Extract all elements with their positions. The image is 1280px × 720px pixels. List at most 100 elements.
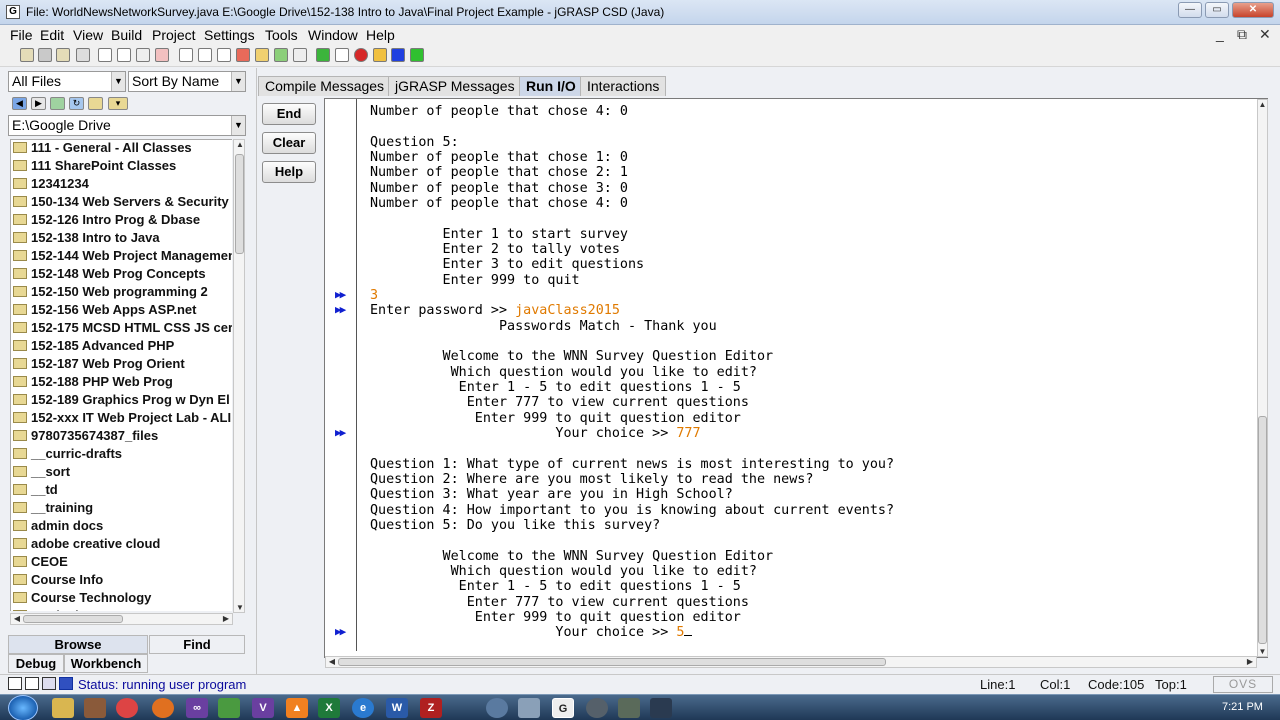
menu-file[interactable]: File xyxy=(10,27,33,43)
directory-path-select[interactable]: E:\Google Drive ▼ xyxy=(8,115,246,136)
folder-item[interactable]: 152-126 Intro Prog & Dbase xyxy=(13,212,200,230)
back-arrow-icon[interactable]: ◀ xyxy=(12,97,27,110)
mdi-restore-icon[interactable]: ⧉ xyxy=(1237,26,1247,43)
vs-express-icon[interactable]: V xyxy=(252,698,274,718)
menu-view[interactable]: View xyxy=(73,27,103,43)
maximize-button[interactable]: ▭ xyxy=(1205,2,1229,18)
tab-jgrasp-messages[interactable]: jGRASP Messages xyxy=(388,76,522,96)
tab-workbench[interactable]: Workbench xyxy=(64,654,148,673)
folder-item[interactable]: 9780735674387_files xyxy=(13,428,158,446)
folder-item[interactable]: curric docs xyxy=(13,608,101,611)
help-button[interactable]: Help xyxy=(262,161,316,183)
folder-item[interactable]: 152-187 Web Prog Orient xyxy=(13,356,185,374)
tab-browse[interactable]: Browse xyxy=(8,635,148,654)
folder-item[interactable]: 152-188 PHP Web Prog xyxy=(13,374,173,392)
excel-icon[interactable]: X xyxy=(318,698,340,718)
print-icon[interactable] xyxy=(76,48,90,62)
chevron-down-icon[interactable]: ▼ xyxy=(231,116,245,135)
internet-explorer-icon[interactable]: e xyxy=(352,698,374,718)
folder-item[interactable]: admin docs xyxy=(13,518,103,536)
jgrasp-taskbar-icon[interactable]: G xyxy=(552,698,574,718)
menu-window[interactable]: Window xyxy=(308,27,358,43)
firefox-icon[interactable] xyxy=(152,698,174,718)
copy-icon[interactable] xyxy=(117,48,131,62)
minimize-button[interactable]: — xyxy=(1178,2,1202,18)
cut-icon[interactable] xyxy=(98,48,112,62)
run-io-console[interactable]: Number of people that chose 4: 0 Question… xyxy=(324,98,1268,658)
file-tree-horizontal-scrollbar[interactable]: ◀ ▶ xyxy=(10,613,233,625)
scroll-right-icon[interactable]: ▶ xyxy=(1245,657,1255,666)
menu-edit[interactable]: Edit xyxy=(40,27,64,43)
scroll-left-icon[interactable]: ◀ xyxy=(327,657,337,666)
app-icon[interactable] xyxy=(618,698,640,718)
media-icon[interactable] xyxy=(84,698,106,718)
scroll-thumb[interactable] xyxy=(235,154,244,254)
project-icon[interactable] xyxy=(274,48,288,62)
compile-icon[interactable] xyxy=(316,48,330,62)
menu-build[interactable]: Build xyxy=(111,27,142,43)
folder-item[interactable]: 150-134 Web Servers & Security xyxy=(13,194,229,212)
folder-item[interactable]: Course Technology xyxy=(13,590,151,608)
undo-icon[interactable] xyxy=(155,48,169,62)
scroll-thumb[interactable] xyxy=(23,615,123,623)
folder-item[interactable]: CEOE xyxy=(13,554,68,572)
file-tree[interactable]: 111 - General - All Classes 111 SharePoin… xyxy=(10,139,232,611)
tab-run-io[interactable]: Run I/O xyxy=(519,76,583,96)
network-app-icon[interactable] xyxy=(486,698,508,718)
chevron-down-icon[interactable]: ▼ xyxy=(111,72,125,91)
open-folder-icon[interactable] xyxy=(56,48,70,62)
menu-project[interactable]: Project xyxy=(152,27,196,43)
console-horizontal-scrollbar[interactable]: ◀ ▶ xyxy=(325,656,1257,668)
folder-item[interactable]: 152-148 Web Prog Concepts xyxy=(13,266,206,284)
steam-icon[interactable] xyxy=(650,698,672,718)
notepad-icon[interactable] xyxy=(218,698,240,718)
folder-item[interactable]: 152-189 Graphics Prog w Dyn El xyxy=(13,392,230,410)
folder-item[interactable]: __sort xyxy=(13,464,70,482)
folder-item[interactable]: 152-156 Web Apps ASP.net xyxy=(13,302,196,320)
run-icon[interactable] xyxy=(335,48,349,62)
app-icon[interactable] xyxy=(586,698,608,718)
run-applet-icon[interactable] xyxy=(373,48,387,62)
scroll-thumb[interactable] xyxy=(338,658,886,666)
unfold-icon[interactable] xyxy=(217,48,231,62)
explorer-icon[interactable] xyxy=(52,698,74,718)
scroll-right-icon[interactable]: ▶ xyxy=(221,614,231,623)
folder-item[interactable]: 152-138 Intro to Java xyxy=(13,230,160,248)
visual-studio-icon[interactable]: ∞ xyxy=(186,698,208,718)
debug-icon[interactable] xyxy=(354,48,368,62)
breakpoint-icon[interactable] xyxy=(236,48,250,62)
scroll-down-icon[interactable]: ▼ xyxy=(235,603,245,612)
scroll-thumb[interactable] xyxy=(1258,416,1267,644)
workbench-icon[interactable] xyxy=(410,48,424,62)
scroll-up-icon[interactable]: ▲ xyxy=(235,140,245,149)
stop-icon[interactable] xyxy=(391,48,405,62)
file-tree-vertical-scrollbar[interactable]: ▲ ▼ xyxy=(233,139,245,613)
uml-icon[interactable] xyxy=(255,48,269,62)
folder-item[interactable]: 111 - General - All Classes xyxy=(13,140,192,158)
folder-item[interactable]: Course Info xyxy=(13,572,103,590)
folder-item[interactable]: 12341234 xyxy=(13,176,89,194)
desktop-icon[interactable] xyxy=(8,677,22,690)
paste-icon[interactable] xyxy=(136,48,150,62)
console-vertical-scrollbar[interactable]: ▲ ▼ xyxy=(1257,99,1268,657)
refresh-icon[interactable]: ↻ xyxy=(69,97,84,110)
remove-csd-icon[interactable] xyxy=(198,48,212,62)
word-icon[interactable]: W xyxy=(386,698,408,718)
chevron-down-icon[interactable]: ▼ xyxy=(231,72,245,91)
folder-item[interactable]: 152-144 Web Project Managemen xyxy=(13,248,232,266)
window-icon[interactable] xyxy=(25,677,39,690)
new-file-icon[interactable] xyxy=(20,48,34,62)
tab-find[interactable]: Find xyxy=(149,635,245,654)
folder-item[interactable]: 152-175 MCSD HTML CSS JS cer xyxy=(13,320,232,338)
menu-tools[interactable]: Tools xyxy=(265,27,298,43)
tab-compile-messages[interactable]: Compile Messages xyxy=(258,76,392,96)
tab-interactions[interactable]: Interactions xyxy=(580,76,667,96)
up-folder-icon[interactable] xyxy=(50,97,65,110)
folder-item[interactable]: adobe creative cloud xyxy=(13,536,160,554)
sort-select[interactable]: Sort By Name ▼ xyxy=(128,71,246,92)
folder-item[interactable]: 111 SharePoint Classes xyxy=(13,158,176,176)
folder-item[interactable]: __curric-drafts xyxy=(13,446,122,464)
generate-csd-icon[interactable] xyxy=(179,48,193,62)
folder-item[interactable]: 152-150 Web programming 2 xyxy=(13,284,208,302)
folder-item[interactable]: 152-185 Advanced PHP xyxy=(13,338,174,356)
